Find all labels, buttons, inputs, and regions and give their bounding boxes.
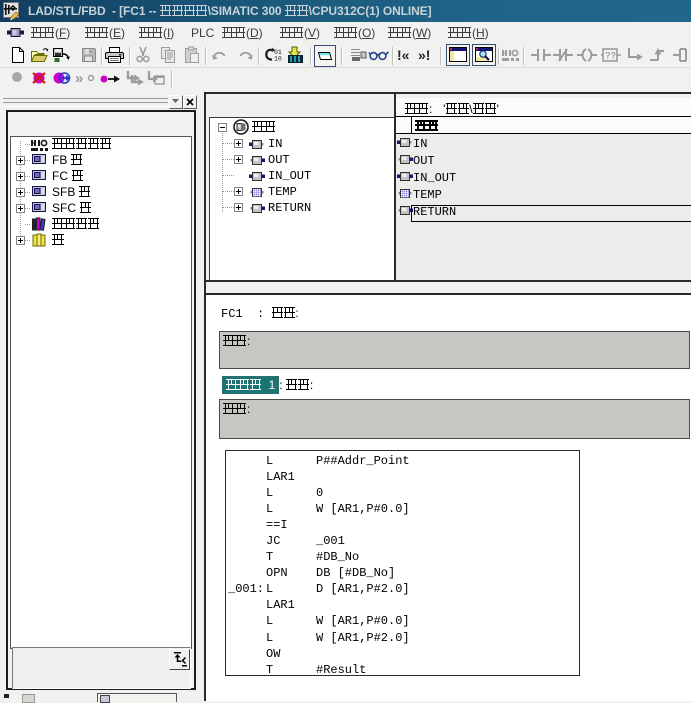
svg-text:»!: »!	[418, 47, 430, 63]
svg-text:!«: !«	[397, 47, 410, 63]
svg-text:10: 10	[274, 56, 282, 63]
svg-text:»: »	[75, 70, 83, 87]
svg-text:??: ??	[605, 51, 616, 61]
